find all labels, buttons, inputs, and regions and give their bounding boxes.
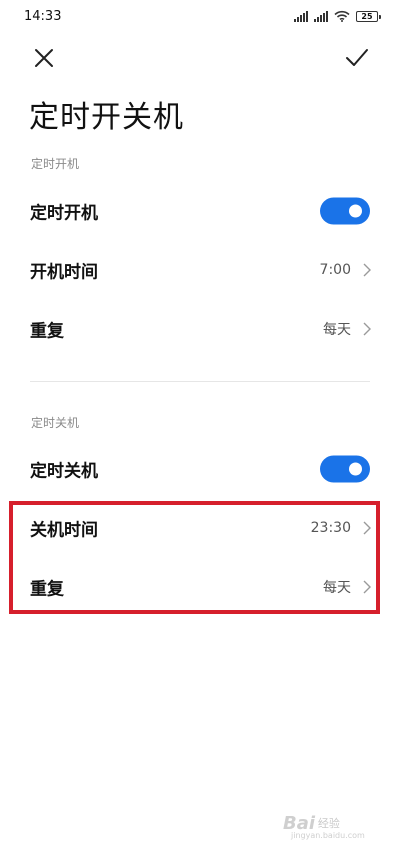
power-off-toggle[interactable] — [320, 455, 370, 483]
section-header-power-on: 定时开机 — [31, 157, 80, 171]
check-icon — [346, 49, 368, 66]
status-bar: 14:33 25 — [0, 0, 400, 36]
watermark-logo: Bai — [283, 813, 316, 834]
wifi-icon — [334, 10, 350, 22]
power-on-repeat-value: 每天 — [323, 322, 351, 338]
signal-icon — [314, 10, 328, 22]
watermark: Bai 经验 jingyan.baidu.com — [283, 813, 383, 841]
section-header-power-off: 定时关机 — [31, 416, 80, 430]
power-on-time-label: 开机时间 — [30, 262, 98, 283]
highlight-annotation-box — [9, 501, 380, 614]
power-on-time-row[interactable]: 开机时间 7:00 — [0, 241, 400, 299]
power-on-time-value: 7:00 — [319, 262, 351, 278]
watermark-text: 经验 — [317, 817, 340, 830]
toggle-knob — [349, 462, 362, 476]
power-on-repeat-label: 重复 — [30, 321, 64, 342]
power-off-toggle-label: 定时关机 — [30, 461, 98, 482]
power-on-toggle-label: 定时开机 — [30, 203, 98, 224]
chevron-right-icon — [363, 263, 371, 277]
power-on-repeat-row[interactable]: 重复 每天 — [0, 300, 400, 358]
close-button[interactable] — [30, 44, 58, 72]
page-title: 定时开关机 — [29, 100, 184, 135]
chevron-right-icon — [363, 322, 371, 336]
status-icons: 25 — [294, 10, 381, 22]
confirm-button[interactable] — [343, 44, 371, 72]
power-on-toggle[interactable] — [320, 197, 370, 225]
battery-icon: 25 — [356, 11, 381, 22]
watermark-url: jingyan.baidu.com — [291, 831, 365, 840]
close-icon — [35, 49, 53, 67]
status-time: 14:33 — [24, 9, 62, 24]
power-off-toggle-row[interactable]: 定时关机 — [0, 440, 400, 498]
power-on-toggle-row[interactable]: 定时开机 — [0, 182, 400, 240]
section-divider — [30, 381, 370, 382]
signal-icon — [294, 10, 308, 22]
toggle-knob — [349, 204, 362, 218]
